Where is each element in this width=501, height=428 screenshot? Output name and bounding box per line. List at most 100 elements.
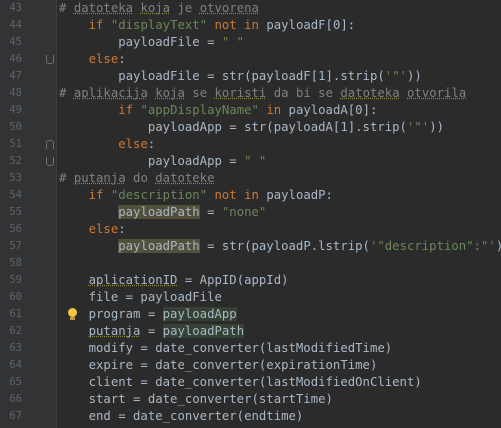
code-line[interactable]: 63 modify = date_converter(lastModifiedT… <box>0 340 501 357</box>
code-token: putanja <box>88 324 141 338</box>
code-line[interactable]: 55 payloadPath = "none" <box>0 204 501 221</box>
line-number: 59 <box>9 274 22 286</box>
code-text: payloadApp = str(payloadA[1].strip('"')) <box>59 119 444 136</box>
code-token: aplicationID <box>88 273 178 287</box>
code-token: "displayText" <box>110 18 208 32</box>
code-line[interactable]: 56 else: <box>0 221 501 238</box>
code-text: client = date_converter(lastModifiedOnCl… <box>59 374 422 391</box>
code-text: # putanja do datoteke <box>59 170 215 187</box>
code-token: payloadApp = <box>59 154 245 168</box>
line-number: 64 <box>9 359 22 371</box>
line-number: 65 <box>9 376 22 388</box>
code-line[interactable]: 54 if "description" not in payloadP: <box>0 187 501 204</box>
code-token: end = date_converter(endtime) <box>59 409 304 423</box>
fold-end-icon[interactable] <box>46 55 54 64</box>
line-number: 45 <box>9 36 22 48</box>
code-editor[interactable]: 43 # datoteka koja je otvorena 44 if "disp… <box>0 0 501 428</box>
code-line[interactable]: 44 if "displayText" not in payloadF[0]: <box>0 17 501 34</box>
code-token: = AppID(appId) <box>177 273 289 287</box>
code-text: # datoteka koja je otvorena <box>59 0 259 17</box>
code-line[interactable]: 48 # aplikacija koja se koristi da bi se … <box>0 85 501 102</box>
line-number: 55 <box>9 206 22 218</box>
code-line[interactable]: 49 if "appDisplayName" in payloadA[0]: <box>0 102 501 119</box>
line-number: 63 <box>9 342 22 354</box>
code-text: program = payloadApp <box>59 306 237 323</box>
code-token: in <box>266 103 282 117</box>
code-token: = str(payloadP.lstrip( <box>199 239 370 253</box>
code-token: payloadApp = str(payloadA[1].strip( <box>59 120 407 134</box>
code-token: payloadF[0]: <box>258 18 356 32</box>
code-token: datoteka <box>73 1 134 15</box>
code-line[interactable]: 65 client = date_converter(lastModifiedO… <box>0 374 501 391</box>
code-token: = <box>199 205 222 219</box>
code-line[interactable]: 46 else: <box>0 51 501 68</box>
line-number: 51 <box>9 138 22 150</box>
code-line[interactable]: 53 # putanja do datoteke <box>0 170 501 187</box>
code-line[interactable]: 51 else: <box>0 136 501 153</box>
code-line[interactable]: 47 payloadFile = str(payloadF[1].strip('… <box>0 68 501 85</box>
fold-start-icon[interactable] <box>46 140 54 149</box>
line-number: 46 <box>9 53 22 65</box>
code-token: # <box>59 1 74 15</box>
code-token: file = payloadFile <box>59 290 222 304</box>
code-token: payloadFile = str(payloadF[1].strip( <box>59 69 385 83</box>
code-line[interactable]: 66 start = date_converter(startTime) <box>0 391 501 408</box>
code-token: " " <box>244 154 267 168</box>
code-token: )) <box>429 120 444 134</box>
code-line[interactable]: 58 <box>0 255 501 272</box>
code-line[interactable]: 52 payloadApp = " " <box>0 153 501 170</box>
code-token: payloadPath <box>118 205 200 219</box>
code-line[interactable]: 57 payloadPath = str(payloadP.lstrip('"d… <box>0 238 501 255</box>
code-token: payloadP: <box>258 188 333 202</box>
code-token: " " <box>221 35 245 49</box>
code-text: file = payloadFile <box>59 289 222 306</box>
line-number: 49 <box>9 104 22 116</box>
line-number: 62 <box>9 325 22 337</box>
code-token: payloadApp <box>162 307 237 321</box>
code-text: aplicationID = AppID(appId) <box>59 272 289 289</box>
line-number: 66 <box>9 393 22 405</box>
code-token: not in <box>214 188 259 202</box>
code-line[interactable]: 61 program = payloadApp <box>0 306 501 323</box>
code-text: if "displayText" not in payloadF[0]: <box>59 17 356 34</box>
line-number: 44 <box>9 19 22 31</box>
code-token: se <box>184 86 215 100</box>
code-line[interactable]: 64 expire = date_converter(expirationTim… <box>0 357 501 374</box>
code-text: payloadPath = str(payloadP.lstrip('"desc… <box>59 238 501 255</box>
code-token: else <box>88 52 119 66</box>
code-line[interactable]: 67 end = date_converter(endtime) <box>0 408 501 425</box>
code-text: else: <box>59 51 126 68</box>
code-token: '"' <box>384 69 407 83</box>
code-token: else <box>88 222 119 236</box>
code-line[interactable]: 59 aplicationID = AppID(appId) <box>0 272 501 289</box>
code-token: koja <box>155 86 185 100</box>
code-token: otvorena <box>199 1 259 15</box>
fold-end-icon[interactable] <box>46 157 54 166</box>
code-line[interactable]: 50 payloadApp = str(payloadA[1].strip('"… <box>0 119 501 136</box>
code-token: "appDisplayName" <box>140 103 259 117</box>
code-token: datoteke <box>155 171 215 185</box>
code-line[interactable]: 62 putanja = payloadPath <box>0 323 501 340</box>
code-line[interactable]: 60 file = payloadFile <box>0 289 501 306</box>
code-text: expire = date_converter(expirationTime) <box>59 357 378 374</box>
code-token: )) <box>496 239 501 253</box>
line-number: 67 <box>9 410 22 422</box>
code-text: # aplikacija koja se koristi da bi se da… <box>59 85 466 102</box>
code-token: expire = date_converter(expirationTime) <box>59 358 378 372</box>
code-line[interactable]: 43 # datoteka koja je otvorena <box>0 0 501 17</box>
line-number: 50 <box>9 121 22 133</box>
code-token: datoteka <box>340 86 400 100</box>
code-token: program = <box>59 307 163 321</box>
code-text: putanja = payloadPath <box>59 323 245 340</box>
code-token: else <box>118 137 148 151</box>
code-line[interactable]: 45 payloadFile = " " <box>0 34 501 51</box>
code-token: otvorila <box>407 86 467 100</box>
code-text: if "description" not in payloadP: <box>59 187 333 204</box>
